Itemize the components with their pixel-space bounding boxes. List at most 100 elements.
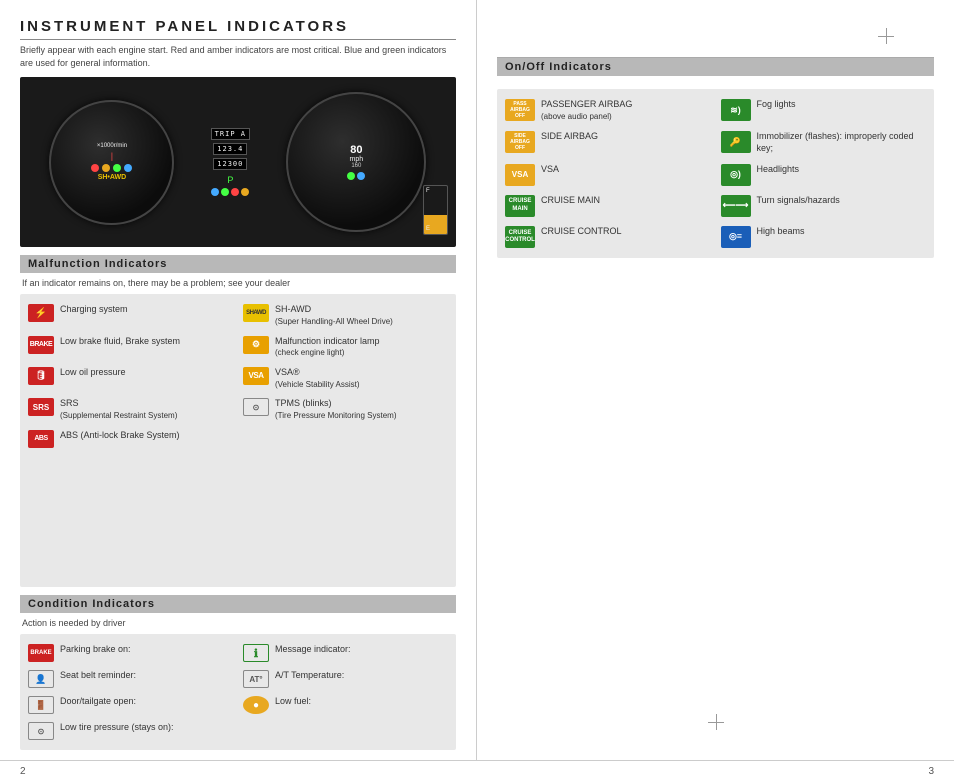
door-icon: 🚪 [28,696,54,714]
lowtire-label: Low tire pressure (stays on): [60,722,174,734]
header-line-right [497,57,934,58]
highbeam-label: High beams [757,226,805,238]
page-subtitle: Briefly appear with each engine start. R… [20,44,456,69]
middle-icons [211,188,249,196]
blue-indicator-dot [124,164,132,172]
green-indicator-dot [113,164,121,172]
charging-icon: ⚡ [28,304,54,322]
odometer-value: 123.4 [213,143,247,155]
onoff-cruise-control: CRUISE CONTROL CRUISE CONTROL [505,224,711,250]
engine-icon: ⚙ [243,336,269,354]
oil-icon: 🛢 [28,367,54,385]
onoff-side-airbag: SIDE AIRBAG OFF SIDE AIRBAG [505,129,711,156]
onoff-headlights: ◎) Headlights [721,162,927,188]
vsa-onoff-icon: VSA [505,164,535,186]
passenger-airbag-label: PASSENGER AIRBAG(above audio panel) [541,99,632,122]
pages-row: INSTRUMENT PANEL INDICATORS Briefly appe… [0,0,954,760]
shawd-label: SH-AWD(Super Handling-All Wheel Drive) [275,304,393,327]
speed-display: 80 [347,144,365,156]
condition-seatbelt: 👤 Seat belt reminder: [28,668,233,690]
icon3 [231,188,239,196]
seatbelt-label: Seat belt reminder: [60,670,136,682]
red-indicator-dot [91,164,99,172]
onoff-highbeam: ◎≡ High beams [721,224,927,250]
lowtire-icon: ⊙ [28,722,54,740]
passenger-airbag-icon: PASS AIRBAG OFF [505,99,535,121]
vsa-icon: VSA [243,367,269,385]
indicator-brake: BRAKE Low brake fluid, Brake system [28,334,233,361]
speed-icon1 [347,172,355,180]
oil-label: Low oil pressure [60,367,126,379]
srs-label: SRS(Supplemental Restraint System) [60,398,177,421]
vsa-label: VSA®(Vehicle Stability Assist) [275,367,359,390]
page-container: INSTRUMENT PANEL INDICATORS Briefly appe… [0,0,954,782]
shawd-icon: SHAWD [243,304,269,322]
headlights-icon: ◎) [721,164,751,186]
cruise-control-label: CRUISE CONTROL [541,226,622,238]
dashboard-image: ×1000r/min | SH•AWD [20,77,456,247]
tpms-icon: ⊙ [243,398,269,416]
indicator-srs: SRS SRS(Supplemental Restraint System) [28,396,233,423]
indicator-abs: ABS ABS (Anti-lock Brake System) [28,428,233,450]
odometer-total: 12300 [213,158,247,170]
fuel-f: F [426,188,430,194]
speedometer-gauge: 80 mph 160 [286,92,426,232]
highbeam-icon: ◎≡ [721,226,751,248]
gear-p: P [227,175,233,185]
page-right: On/Off Indicators PASS AIRBAG OFF PASSEN… [477,0,954,760]
condition-panel: BRAKE Parking brake on: ℹ Message indica… [20,634,456,750]
shawd-label: SH•AWD [91,174,132,181]
immobilizer-icon: 🔑 [721,131,751,153]
brake-icon: BRAKE [28,336,54,354]
speed-label: mph [347,156,365,163]
condition-door: 🚪 Door/tailgate open: [28,694,233,716]
abs-label: ABS (Anti-lock Brake System) [60,430,180,442]
right-bottom-space [497,258,934,750]
page-title: INSTRUMENT PANEL INDICATORS [20,18,456,40]
page-left: INSTRUMENT PANEL INDICATORS Briefly appe… [0,0,477,760]
onoff-vsa: VSA VSA [505,162,711,188]
fuel-indicator: F E [423,185,448,235]
at-temp-icon: AT° [243,670,269,688]
door-label: Door/tailgate open: [60,696,136,708]
headlights-label: Headlights [757,164,800,176]
seatbelt-icon: 👤 [28,670,54,688]
cruise-control-icon: CRUISE CONTROL [505,226,535,248]
page-number-row: 2 3 [0,760,954,782]
condition-parking: BRAKE Parking brake on: [28,642,233,664]
onoff-spacer [497,81,934,89]
side-airbag-icon: SIDE AIRBAG OFF [505,131,535,153]
srs-icon: SRS [28,398,54,416]
malfunction-grid: ⚡ Charging system SHAWD SH-AWD(Super Han… [28,302,448,450]
page-number-left: 2 [20,766,26,777]
indicator-oil: 🛢 Low oil pressure [28,365,233,392]
icon4 [241,188,249,196]
dash-left-side: ×1000r/min | SH•AWD [20,77,204,247]
onoff-turn: ⟵⟶ Turn signals/hazards [721,193,927,219]
onoff-header: On/Off Indicators [497,58,934,76]
condition-lowfuel: ● Low fuel: [243,694,448,716]
cruise-main-label: CRUISE MAIN [541,195,600,207]
indicator-tpms: ⊙ TPMS (blinks)(Tire Pressure Monitoring… [243,396,448,423]
charging-label: Charging system [60,304,128,316]
parking-label: Parking brake on: [60,644,131,656]
onoff-passenger-airbag: PASS AIRBAG OFF PASSENGER AIRBAG(above a… [505,97,711,124]
onoff-grid: PASS AIRBAG OFF PASSENGER AIRBAG(above a… [505,97,926,250]
crosshair-bottom-right [708,714,724,730]
indicator-charging: ⚡ Charging system [28,302,233,329]
fog-label: Fog lights [757,99,796,111]
onoff-cruise-main: CRUISE MAIN CRUISE MAIN [505,193,711,219]
page-number-right: 3 [928,766,934,777]
lowfuel-label: Low fuel: [275,696,311,708]
condition-message: ℹ Message indicator: [243,642,448,664]
tpms-label: TPMS (blinks)(Tire Pressure Monitoring S… [275,398,397,421]
indicator-vsa: VSA VSA®(Vehicle Stability Assist) [243,365,448,392]
at-temp-label: A/T Temperature: [275,670,344,682]
tachometer-gauge: ×1000r/min | SH•AWD [49,100,174,225]
icon1 [211,188,219,196]
message-label: Message indicator: [275,644,351,656]
malfunction-header: Malfunction Indicators [20,255,456,273]
engine-label: Malfunction indicator lamp(check engine … [275,336,380,359]
dash-right-side: 80 mph 160 F [257,77,456,247]
turn-icon: ⟵⟶ [721,195,751,217]
